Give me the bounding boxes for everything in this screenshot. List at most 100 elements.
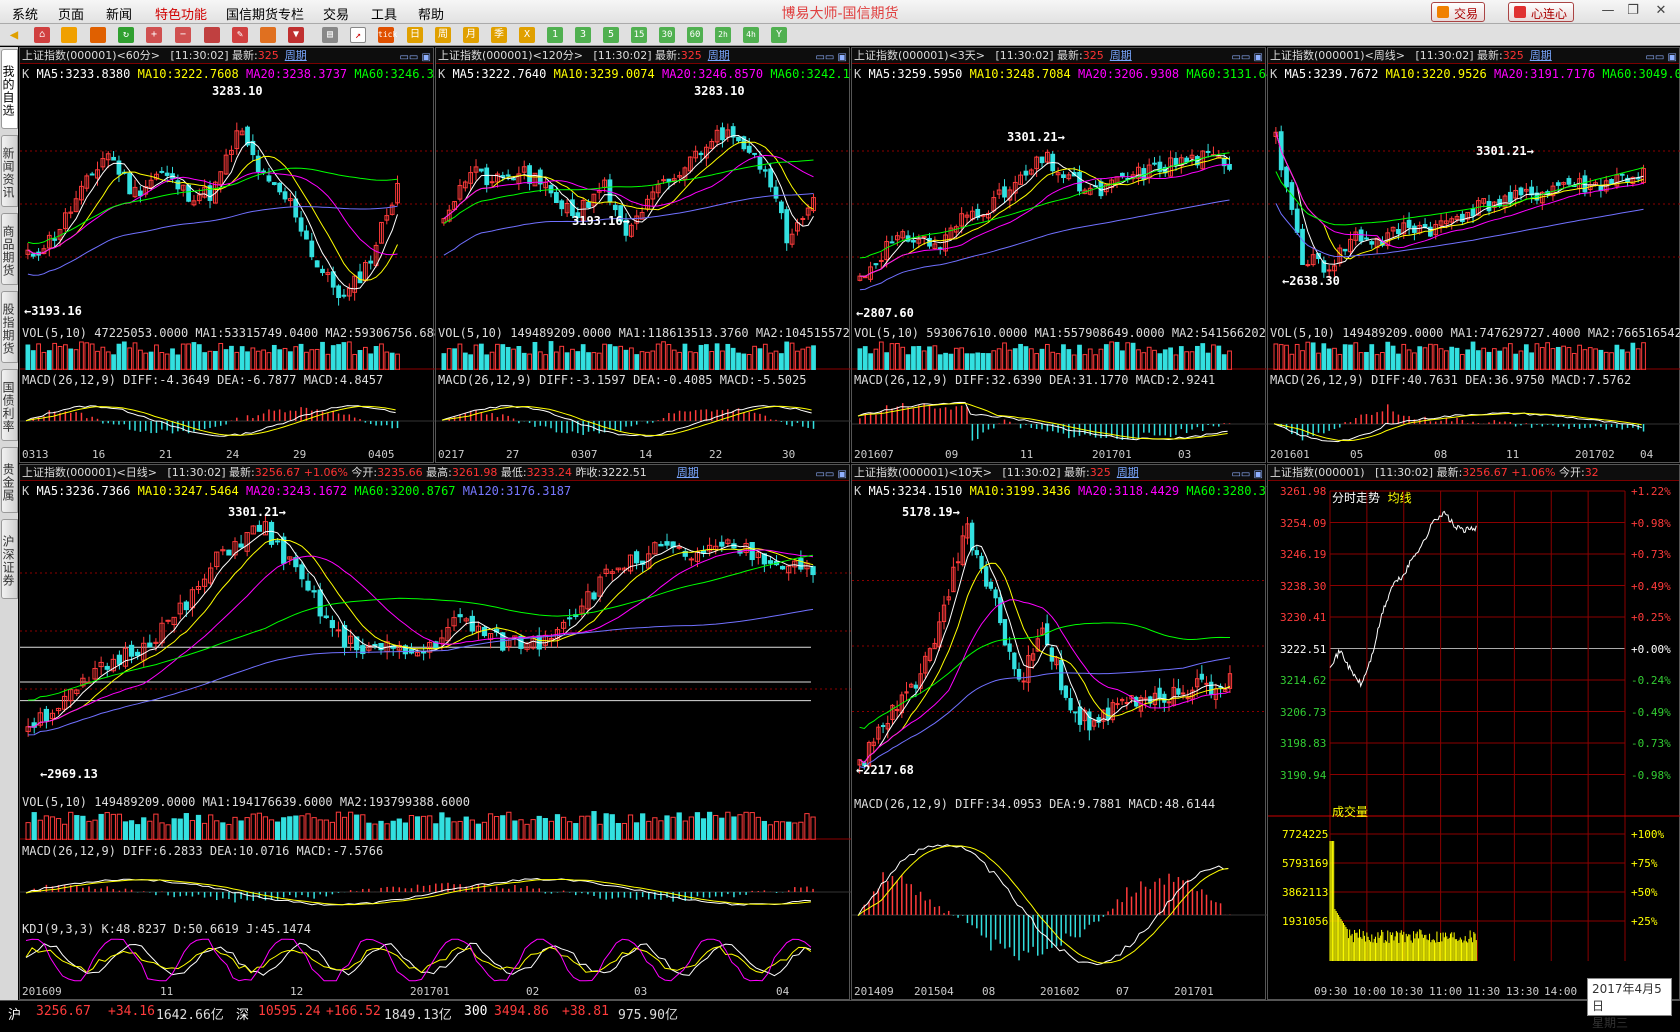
refresh-icon[interactable]: ↻ bbox=[118, 27, 134, 43]
window-icon[interactable] bbox=[204, 27, 220, 43]
sidebar-tab-favorites[interactable]: 我的自选 bbox=[1, 49, 18, 129]
volume-bar bbox=[165, 824, 171, 840]
chart-panel-3day[interactable]: 上证指数(000001)<3天> [11:30:02] 最新:325 周期 ▭▭ ▣… bbox=[851, 47, 1302, 463]
sidebar-tab-metals[interactable]: 贵金属 bbox=[1, 447, 18, 513]
candle bbox=[357, 271, 363, 284]
chart-panel-120min[interactable]: 上证指数(000001)<120分> [11:30:02] 最新:325 周期 ▭▭… bbox=[435, 47, 886, 463]
period-day-button[interactable]: 日 bbox=[407, 27, 423, 43]
period-button[interactable]: 周期 bbox=[1110, 49, 1132, 62]
volume-bar bbox=[25, 344, 31, 370]
volume-bar bbox=[154, 344, 159, 370]
news-icon[interactable] bbox=[90, 27, 106, 43]
period-custom-button[interactable]: Y bbox=[771, 27, 787, 43]
candle bbox=[314, 260, 320, 268]
filter-icon[interactable]: ▼ bbox=[288, 27, 304, 43]
volume-bar bbox=[996, 348, 1002, 370]
menu-system[interactable]: 系统 bbox=[12, 4, 38, 23]
sidebar-tab-index-futures[interactable]: 股指期货 bbox=[1, 291, 18, 363]
menu-news[interactable]: 新闻 bbox=[106, 4, 132, 23]
menu-page[interactable]: 页面 bbox=[58, 4, 84, 23]
sidebar-tab-bonds[interactable]: 国债利率 bbox=[1, 369, 18, 441]
menu-tools[interactable]: 工具 bbox=[371, 4, 397, 23]
candle bbox=[511, 178, 516, 181]
zoom-out-icon[interactable]: − bbox=[175, 27, 191, 43]
candle bbox=[633, 551, 640, 564]
period-button[interactable]: 周期 bbox=[285, 49, 307, 62]
panel-window-icons[interactable]: ▭▭ ▣ bbox=[815, 467, 847, 480]
connect-button[interactable]: 心连心 bbox=[1508, 2, 1575, 22]
panel-window-icons[interactable]: ▭▭ ▣ bbox=[1645, 50, 1677, 63]
period-3m-button[interactable]: 3 bbox=[575, 27, 591, 43]
volume-bar bbox=[347, 811, 354, 840]
period-button[interactable]: 周期 bbox=[708, 49, 730, 62]
period-4h-button[interactable]: 4h bbox=[743, 27, 759, 43]
maximize-button[interactable]: ❐ bbox=[1622, 3, 1644, 19]
volume-bar bbox=[884, 352, 890, 370]
volume-bar bbox=[927, 346, 932, 370]
period-5m-button[interactable]: 5 bbox=[603, 27, 619, 43]
chart-panel-10day[interactable]: 上证指数(000001)<10天> [11:30:02] 最新:325 周期 ▭▭ … bbox=[851, 464, 1288, 1000]
close-button[interactable]: ✕ bbox=[1650, 3, 1672, 19]
back-icon[interactable]: ◀ bbox=[6, 27, 22, 43]
candle bbox=[1460, 213, 1465, 222]
volume-bar bbox=[153, 813, 159, 840]
chart-panel-weekly[interactable]: 上证指数(000001)<周线> [11:30:02] 最新:325 周期 ▭▭ ▣… bbox=[1267, 47, 1680, 463]
timeshare-panel[interactable]: 上证指数(000001) [11:30:02] 最新:3256.67 +1.06… bbox=[1267, 464, 1680, 1000]
status-index-300-value: 3494.86 bbox=[494, 1004, 549, 1019]
period-week-button[interactable]: 周 bbox=[435, 27, 451, 43]
low-annotation: 3193.16→ bbox=[572, 214, 630, 228]
period-30m-button[interactable]: 30 bbox=[659, 27, 675, 43]
draw-icon[interactable] bbox=[260, 27, 276, 43]
sidebar-tab-commodity[interactable]: 商品期货 bbox=[1, 213, 18, 285]
candle bbox=[299, 564, 305, 580]
volume-bar bbox=[121, 341, 127, 370]
volume-bar bbox=[1152, 349, 1157, 370]
moving-average-line bbox=[859, 657, 1231, 769]
price-axis-label: 3206.73 bbox=[1280, 705, 1327, 719]
period-button[interactable]: 周期 bbox=[1530, 49, 1552, 62]
volume-bar bbox=[810, 816, 816, 840]
candle bbox=[1406, 219, 1412, 228]
menu-help[interactable]: 帮助 bbox=[418, 4, 444, 23]
menu-guoxin-column[interactable]: 国信期货专栏 bbox=[226, 4, 304, 23]
zoom-in-icon[interactable]: + bbox=[146, 27, 162, 43]
menu-trade[interactable]: 交易 bbox=[323, 4, 349, 23]
chart-panel-daily[interactable]: 上证指数(000001)<日线> [11:30:02] 最新:3256.67 +… bbox=[19, 464, 851, 1000]
panel-window-icons[interactable]: ▭▭ ▣ bbox=[815, 50, 847, 63]
table-icon[interactable]: ▤ bbox=[322, 27, 338, 43]
panel-window-icons[interactable]: ▭▭ ▣ bbox=[1231, 467, 1263, 480]
period-60m-button[interactable]: 60 bbox=[687, 27, 703, 43]
volume-bar bbox=[1071, 354, 1077, 370]
period-2h-button[interactable]: 2h bbox=[715, 27, 731, 43]
volume-bar bbox=[175, 354, 181, 370]
tick-icon[interactable]: tick bbox=[378, 27, 397, 43]
candle bbox=[43, 708, 50, 722]
period-15m-button[interactable]: 15 bbox=[631, 27, 647, 43]
sidebar-tab-securities[interactable]: 沪深证券 bbox=[1, 519, 18, 599]
home-icon[interactable]: ⌂ bbox=[34, 27, 50, 43]
menu-bar: 系统 页面 新闻 特色功能 国信期货专栏 交易 工具 帮助 博易大师-国信期货 … bbox=[0, 0, 1680, 24]
volume-bar bbox=[543, 354, 549, 370]
panel-window-icons[interactable]: ▭▭ ▣ bbox=[1231, 50, 1263, 63]
folder-icon[interactable] bbox=[61, 27, 77, 43]
candle bbox=[226, 549, 232, 556]
period-month-button[interactable]: 月 bbox=[463, 27, 479, 43]
trade-button[interactable]: 交易 bbox=[1431, 2, 1486, 22]
kline-icon[interactable]: ↗ bbox=[350, 27, 366, 43]
volume-bar bbox=[798, 821, 804, 840]
volume-bar bbox=[1337, 353, 1343, 370]
menu-features[interactable]: 特色功能 bbox=[155, 4, 207, 23]
chart-panel-60min[interactable]: 上证指数(000001)<60分> [11:30:02] 最新:325 周期 ▭▭ … bbox=[19, 47, 456, 463]
period-button[interactable]: 周期 bbox=[1117, 466, 1139, 479]
volume-bar bbox=[645, 351, 650, 370]
volume-bar bbox=[761, 820, 767, 840]
period-1m-button[interactable]: 1 bbox=[547, 27, 563, 43]
period-year-button[interactable]: X bbox=[519, 27, 535, 43]
pen-icon[interactable]: ✎ bbox=[232, 27, 248, 43]
panel-window-icons[interactable]: ▭▭ ▣ bbox=[399, 50, 431, 63]
period-button[interactable]: 周期 bbox=[677, 466, 699, 479]
sidebar-tab-news[interactable]: 新闻资讯 bbox=[1, 135, 18, 207]
minimize-button[interactable]: — bbox=[1597, 3, 1619, 19]
volume-bar bbox=[147, 820, 153, 840]
period-quarter-button[interactable]: 季 bbox=[491, 27, 507, 43]
